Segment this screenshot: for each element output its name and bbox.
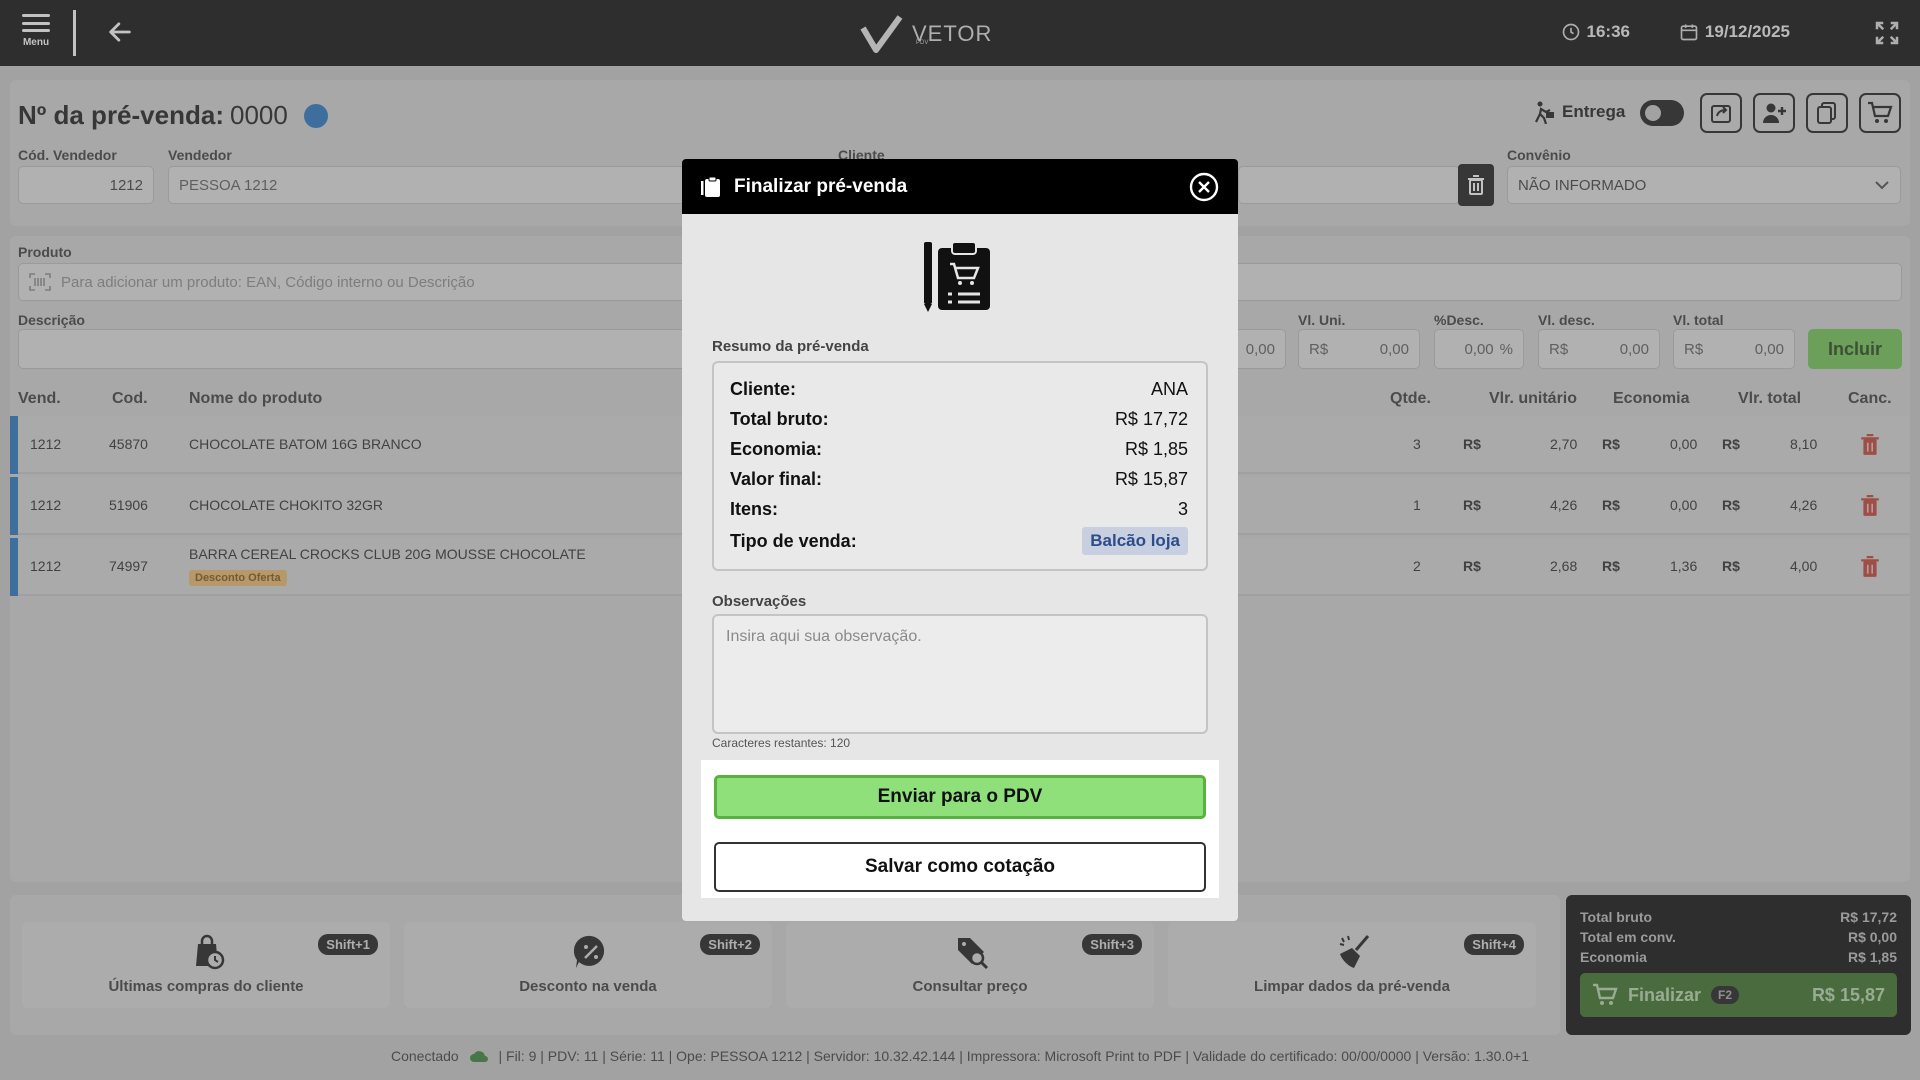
summary-label: Resumo da pré-venda bbox=[712, 338, 869, 355]
chars-remaining: Caracteres restantes: 120 bbox=[712, 736, 851, 750]
summary-box: Cliente: ANA Total bruto: R$ 17,72 Econo… bbox=[712, 361, 1208, 571]
summary-row: Tipo de venda: Balcão loja bbox=[730, 527, 1188, 555]
clipboard-cart-icon bbox=[701, 176, 720, 197]
modal-title: Finalizar pré-venda bbox=[734, 175, 908, 197]
summary-value: R$ 15,87 bbox=[1114, 469, 1188, 489]
modal-header: Finalizar pré-venda bbox=[682, 159, 1238, 214]
summary-row: Total bruto: R$ 17,72 bbox=[730, 409, 1188, 430]
summary-row: Economia: R$ 1,85 bbox=[730, 439, 1188, 460]
save-as-quote-button[interactable]: Salvar como cotação bbox=[714, 842, 1206, 892]
summary-key: Total bruto: bbox=[730, 409, 829, 429]
summary-row: Itens: 3 bbox=[730, 499, 1188, 520]
finalize-modal: Finalizar pré-venda Resumo da pré-venda … bbox=[682, 159, 1238, 921]
close-icon[interactable] bbox=[1188, 171, 1220, 203]
summary-key: Valor final: bbox=[730, 469, 823, 489]
summary-value: R$ 17,72 bbox=[1114, 409, 1188, 429]
send-to-pdv-button[interactable]: Enviar para o PDV bbox=[714, 775, 1206, 819]
summary-value: R$ 1,85 bbox=[1124, 439, 1188, 459]
summary-key: Tipo de venda: bbox=[730, 530, 857, 551]
summary-row: Cliente: ANA bbox=[730, 379, 1188, 400]
observations-label: Observações bbox=[712, 593, 807, 610]
pre-sale-clipboard-icon bbox=[924, 241, 990, 312]
summary-key: Itens: bbox=[730, 499, 779, 519]
sale-type-badge: Balcão loja bbox=[1082, 527, 1188, 555]
summary-row: Valor final: R$ 15,87 bbox=[730, 469, 1188, 490]
summary-value: 3 bbox=[1177, 499, 1188, 519]
summary-key: Cliente: bbox=[730, 379, 797, 399]
observations-textarea[interactable]: Insira aqui sua observação. bbox=[712, 614, 1208, 734]
summary-value: ANA bbox=[1150, 379, 1188, 399]
modal-actions: Enviar para o PDV Salvar como cotação bbox=[701, 760, 1219, 898]
summary-key: Economia: bbox=[730, 439, 823, 459]
